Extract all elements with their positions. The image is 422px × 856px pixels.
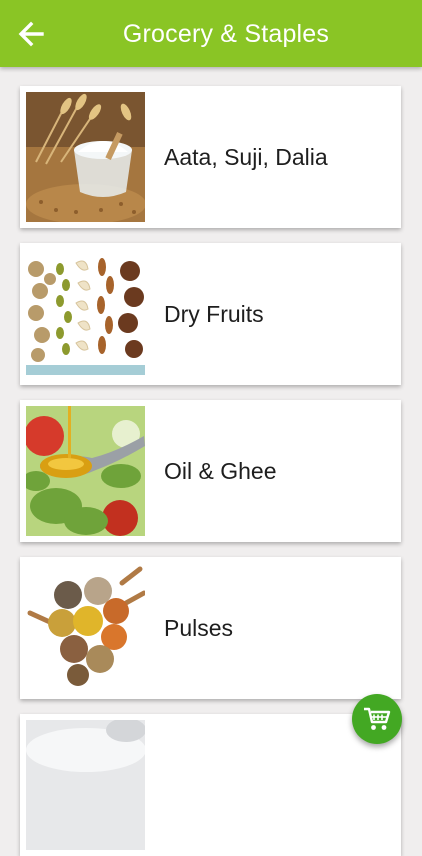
pulses-spoons-image [26, 563, 145, 693]
category-card-oil-ghee[interactable]: Oil & Ghee [20, 400, 401, 542]
category-label: Pulses [164, 615, 234, 641]
page-title: Grocery & Staples [122, 20, 330, 48]
category-label: Aata, Suji, Dalia [164, 144, 328, 170]
arrow-left-icon [18, 21, 44, 47]
dry-fruits-image [26, 249, 145, 379]
shopping-cart-icon [364, 707, 391, 730]
category-card-pulses[interactable]: Pulses [20, 557, 401, 699]
category-card-dry-fruits[interactable]: Dry Fruits [20, 243, 401, 385]
flour-wheat-image [26, 92, 145, 222]
cart-button[interactable] [352, 694, 402, 744]
category-label: Oil & Ghee [164, 458, 277, 484]
app-bar: Grocery & Staples [0, 0, 422, 67]
category-card-sugar[interactable] [20, 714, 401, 856]
oil-spoon-image [26, 406, 145, 536]
category-card-aata[interactable]: Aata, Suji, Dalia [20, 86, 401, 228]
back-button[interactable] [14, 17, 48, 51]
category-label: Dry Fruits [164, 301, 264, 327]
sugar-salt-image [26, 720, 145, 850]
